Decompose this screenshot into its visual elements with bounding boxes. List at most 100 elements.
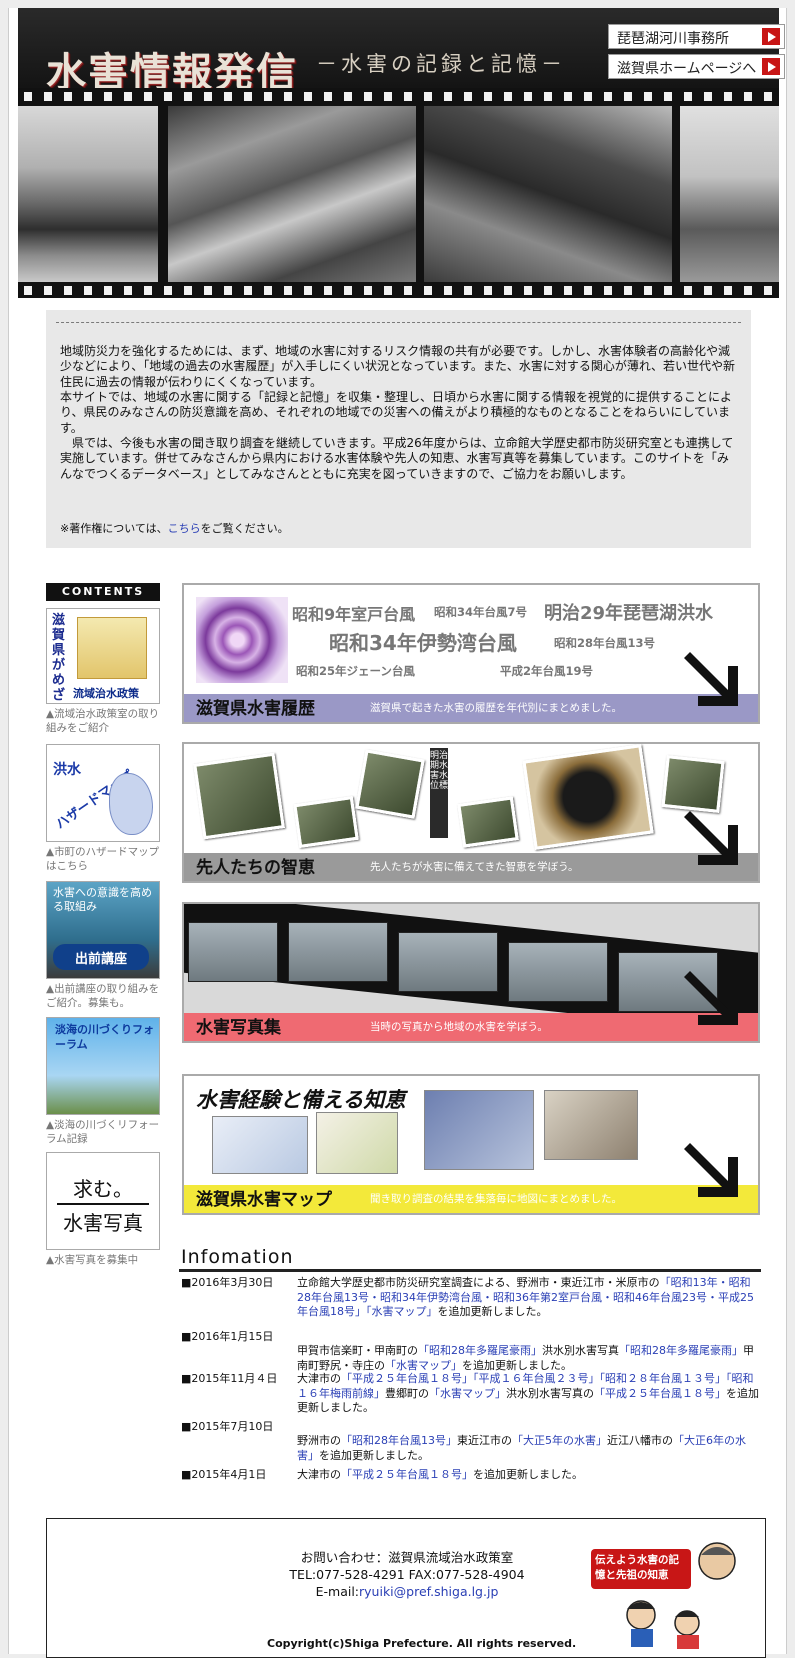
water-level-sign: 明治期水害水位標 — [430, 748, 448, 838]
info-link[interactable]: 「昭和28年多羅尾豪雨」 — [619, 1344, 743, 1357]
river-forum-caption[interactable]: ▲淡海の川づくリフォーラム記録 — [46, 1119, 164, 1146]
site-subtitle: －水害の記録と記憶－ — [316, 52, 566, 76]
biwako-office-link[interactable]: 琵琶湖河川事務所 — [608, 24, 785, 49]
typhoon-label: 昭和9年室戸台風 — [292, 605, 416, 624]
intro-box: 地域防災力を強化するためには、まず、地域の水害に対するリスク情報の共有が必要です… — [46, 310, 751, 548]
collection-photo — [398, 932, 498, 992]
ancestors-wisdom-desc: 先人たちが水害に備えてきた智恵を学ぼう。 — [370, 861, 579, 873]
flood-history-title: 滋賀県水害履歴 — [196, 699, 315, 719]
photo-wanted-text-2: 水害写真 — [63, 1211, 143, 1235]
collection-photo — [508, 942, 608, 1002]
collection-photo — [288, 922, 388, 982]
info-text: 立命館大学歴史都市防災研究室調査による、野洲市・東近江市・米原市の — [297, 1276, 660, 1289]
info-date: ■2015年7月10日 — [181, 1420, 274, 1433]
typhoon-label: 平成2年台風19号 — [500, 664, 594, 678]
outreach-lecture-caption[interactable]: ▲出前講座の取り組みをご紹介。募集も。 — [46, 983, 164, 1010]
divider — [179, 1269, 761, 1272]
intro-paragraph-3: 県では、今後も水害の聞き取り調査を継続していきます。平成26年度からは、立命館大… — [60, 436, 734, 481]
contact-line-2: TEL:077-528-4291 FAX:077-528-4904 — [289, 1567, 525, 1582]
typhoon-label: 明治29年琵琶湖洪水 — [544, 603, 714, 624]
wooden-bucket-photo — [522, 744, 654, 850]
photo-wanted-caption[interactable]: ▲水害写真を募集中 — [46, 1254, 164, 1268]
hazard-map-caption[interactable]: ▲市町のハザードマップはこちら — [46, 846, 164, 873]
flood-map-heading: 水害経験と備える知恵 — [196, 1087, 406, 1112]
info-link[interactable]: 「平成２５年台風１８号」 — [341, 1468, 473, 1481]
photo-wanted-banner[interactable]: 求む。 水害写真 — [46, 1152, 160, 1250]
info-text: を追加更新しました。 — [319, 1448, 429, 1462]
flood-history-banner[interactable]: 昭和9年室戸台風 昭和34年台風7号 明治29年琵琶湖洪水 昭和34年伊勢湾台風… — [182, 583, 760, 724]
information-heading: Infomation — [181, 1246, 294, 1268]
flood-policy-banner[interactable]: 滋賀県がめざす 流域治水政策 — [46, 608, 160, 704]
shrine-illustration — [77, 617, 147, 679]
flood-photo-1 — [18, 106, 158, 282]
copyright-note-prefix: ※著作権については、 — [60, 522, 168, 535]
outreach-lecture-banner[interactable]: 水害への意識を高める取組み 出前講座 — [46, 881, 160, 979]
info-text: 近江八幡市の — [607, 1434, 673, 1447]
arrow-down-right-icon — [684, 811, 738, 865]
info-text: 東近江市の — [457, 1434, 512, 1447]
info-link[interactable]: 「水害マップ」 — [429, 1387, 506, 1400]
copyright-note: ※著作権については、こちらをご覧ください。 — [60, 520, 289, 536]
divider — [57, 1203, 149, 1205]
flood-history-desc: 滋賀県で起きた水害の履歴を年代別にまとめました。 — [370, 702, 622, 714]
flood-map-title: 滋賀県水害マップ — [196, 1190, 332, 1210]
typhoon-label: 昭和34年伊勢湾台風 — [329, 631, 517, 655]
flood-policy-label: 流域治水政策 — [73, 687, 139, 700]
info-text: 大津市の — [297, 1468, 341, 1481]
info-date: ■2015年11月４日 — [181, 1372, 278, 1385]
arrow-right-icon — [762, 58, 780, 75]
flood-photo-4 — [680, 106, 779, 282]
map-thumbnail — [544, 1090, 638, 1160]
ancestors-wisdom-banner[interactable]: 明治期水害水位標 先人たちの智恵 先人たちが水害に備えてきた智恵を学ぼう。 — [182, 742, 760, 883]
shiga-homepage-link[interactable]: 滋賀県ホームページへ — [608, 54, 785, 79]
hazard-map-banner[interactable]: 洪水 ハザードマップ — [46, 744, 160, 842]
email-link[interactable]: ryuiki@pref.shiga.lg.jp — [359, 1584, 498, 1599]
wisdom-photo — [293, 796, 359, 848]
shiga-homepage-label: 滋賀県ホームページへ — [617, 61, 757, 77]
flood-photo-collection-banner[interactable]: 水害写真集 当時の写真から地域の水害を学ぼう。 — [182, 902, 760, 1043]
copyright-note-suffix: をご覧ください。 — [200, 522, 289, 535]
intro-paragraph-1: 地域防災力を強化するためには、まず、地域の水害に対するリスク情報の共有が必要です… — [60, 344, 736, 389]
info-link[interactable]: 「平成２５年台風１８号」 — [594, 1387, 726, 1400]
info-date: ■2015年4月1日 — [181, 1468, 267, 1481]
site-header: 水害情報発信 －水害の記録と記憶－ 琵琶湖河川事務所 滋賀県ホームページへ — [18, 8, 785, 98]
info-link[interactable]: 「昭和28年台風13号」 — [341, 1434, 457, 1447]
typhoon-swirl-icon — [196, 597, 288, 683]
collection-photo — [188, 922, 278, 982]
info-body: 立命館大学歴史都市防災研究室調査による、野洲市・東近江市・米原市の「昭和13年・… — [297, 1276, 759, 1320]
flood-policy-caption[interactable]: ▲流域治水政策室の取り組みをご紹介 — [46, 708, 164, 735]
flood-photo-3 — [424, 106, 672, 282]
info-body: 甲賀市信楽町・甲南町の「昭和28年多羅尾豪雨」洪水別水害写真「昭和28年多羅尾豪… — [297, 1344, 759, 1373]
info-body: 大津市の「平成２５年台風１８号」「平成１６年台風２３号」「昭和２８年台風１３号」… — [297, 1372, 759, 1416]
info-body: 野洲市の「昭和28年台風13号」東近江市の「大正5年の水害」近江八幡市の「大正6… — [297, 1434, 759, 1463]
info-text: 豊郷町の — [385, 1386, 429, 1400]
map-thumbnail — [316, 1112, 398, 1174]
river-forum-banner[interactable]: 淡海の川づくりフォーラム — [46, 1017, 160, 1115]
typhoon-label: 昭和28年台風13号 — [554, 636, 656, 650]
arrow-down-right-icon — [684, 971, 738, 1025]
outreach-lecture-badge: 出前講座 — [53, 944, 149, 970]
flood-map-banner[interactable]: 水害経験と備える知恵 滋賀県水害マップ 聞き取り調査の結果を集落毎に地図にまとめ… — [182, 1074, 760, 1215]
site-footer: お問い合わせ：滋賀県流域治水政策室 TEL:077-528-4291 FAX:0… — [46, 1518, 766, 1658]
info-link[interactable]: 「昭和28年多羅尾豪雨」 — [418, 1344, 542, 1357]
info-text: 甲賀市信楽町・甲南町の — [297, 1344, 418, 1357]
flood-photo-collection-title: 水害写真集 — [196, 1018, 281, 1038]
map-thumbnail — [424, 1090, 534, 1170]
info-text: を追加更新しました。 — [473, 1468, 583, 1481]
contents-heading: CONTENTS — [46, 583, 160, 601]
river-forum-text: 淡海の川づくりフォーラム — [55, 1023, 154, 1051]
info-link[interactable]: 「水害マップ」 — [385, 1359, 462, 1372]
biwako-office-label: 琵琶湖河川事務所 — [617, 31, 729, 47]
copyright-link[interactable]: こちら — [168, 522, 201, 535]
contact-info: お問い合わせ：滋賀県流域治水政策室 TEL:077-528-4291 FAX:0… — [247, 1549, 567, 1600]
film-sprockets-top — [18, 92, 779, 101]
film-sprockets-bottom — [18, 286, 779, 295]
info-text: 洪水別水害写真の — [506, 1386, 594, 1400]
arrow-down-right-icon — [684, 652, 738, 706]
mail-prefix: E-mail: — [315, 1584, 360, 1599]
info-link[interactable]: 「大正5年の水害」 — [512, 1434, 607, 1447]
flood-photo-2 — [168, 106, 416, 282]
info-text: を追加更新しました。 — [462, 1358, 572, 1372]
info-date: ■2016年3月30日 — [181, 1276, 274, 1289]
info-date: ■2016年1月15日 — [181, 1330, 274, 1343]
